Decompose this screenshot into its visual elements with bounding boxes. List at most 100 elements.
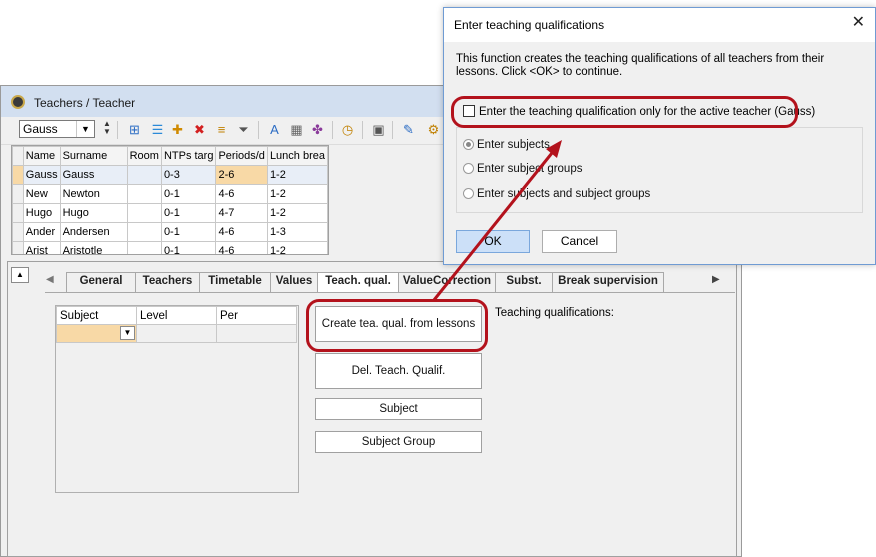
share-icon[interactable]: ✤ <box>309 121 326 138</box>
radio-enter-subjects-and-groups[interactable]: Enter subjects and subject groups <box>463 188 650 200</box>
row-header[interactable] <box>12 203 24 223</box>
delete-teaching-qualification-button[interactable]: Del. Teach. Qualif. <box>315 353 482 389</box>
table-cell[interactable]: 0-1 <box>160 203 217 223</box>
chevron-down-icon[interactable]: ▼ <box>76 121 94 137</box>
collapse-up-button[interactable]: ▲ <box>11 267 29 283</box>
column-header[interactable]: Level <box>136 306 217 325</box>
radio-button[interactable] <box>463 139 474 150</box>
column-header[interactable]: Room <box>126 146 162 166</box>
table-cell[interactable] <box>126 241 162 254</box>
column-header[interactable]: NTPs targ <box>160 146 217 166</box>
table-cell[interactable]: 4-7 <box>215 203 268 223</box>
column-header[interactable]: Lunch brea <box>266 146 328 166</box>
record-spinner[interactable]: ▲ ▼ <box>102 120 112 138</box>
table-row[interactable]: New Newton 0-1 4-6 1-2 <box>12 184 328 204</box>
create-teaching-qualification-button[interactable]: Create tea. qual. from lessons <box>315 306 482 342</box>
column-header[interactable]: Subject <box>56 306 137 325</box>
qual-edit-row: ▼ <box>56 324 297 343</box>
table-cell[interactable]: 1-3 <box>266 222 328 242</box>
table-cell[interactable]: 0-3 <box>160 165 217 185</box>
ok-button[interactable]: OK <box>456 230 530 253</box>
table-cell[interactable]: 4-6 <box>215 184 268 204</box>
table-cell[interactable] <box>126 184 162 204</box>
dialog-message: This function creates the teaching quali… <box>456 53 825 78</box>
table-cell[interactable]: Andersen <box>59 222 128 242</box>
radio-enter-subjects[interactable]: Enter subjects <box>463 139 550 151</box>
toolbar-separator <box>332 121 333 139</box>
per-cell[interactable] <box>216 324 297 343</box>
table-cell[interactable]: 2-6 <box>215 165 268 185</box>
table-cell[interactable]: Hugo <box>59 203 128 223</box>
table-cell[interactable]: Hugo <box>22 203 61 223</box>
table-cell[interactable]: 0-1 <box>160 184 217 204</box>
subject-button[interactable]: Subject <box>315 398 482 420</box>
tab-valuecorrection[interactable]: ValueCorrection <box>398 272 496 292</box>
row-header[interactable] <box>12 165 24 185</box>
table-cell[interactable]: 0-1 <box>160 222 217 242</box>
brush-icon[interactable]: ✎ <box>400 121 417 138</box>
row-header[interactable] <box>12 222 24 242</box>
table-row[interactable]: Gauss Gauss 0-3 2-6 1-2 <box>12 165 328 185</box>
row-header[interactable] <box>12 184 24 204</box>
grid-rows-icon[interactable]: ☰ <box>149 121 166 138</box>
row-header[interactable] <box>12 241 24 254</box>
settings-panel-icon[interactable]: ▣ <box>370 121 387 138</box>
table-row[interactable]: Hugo Hugo 0-1 4-7 1-2 <box>12 203 328 223</box>
subject-group-button[interactable]: Subject Group <box>315 431 482 453</box>
checkbox-box[interactable] <box>463 105 475 117</box>
filter-icon[interactable]: ⏷ <box>235 121 252 138</box>
table-row[interactable]: Arist Aristotle 0-1 4-6 1-2 <box>12 241 328 254</box>
table-cell[interactable]: Gauss <box>22 165 61 185</box>
table-cell[interactable]: Arist <box>22 241 61 254</box>
tab-teachers[interactable]: Teachers <box>135 272 200 292</box>
table-cell[interactable]: Newton <box>59 184 128 204</box>
table-cell[interactable]: 1-2 <box>266 184 328 204</box>
tab-subst[interactable]: Subst. <box>495 272 553 292</box>
active-teacher-only-checkbox[interactable]: Enter the teaching qualification only fo… <box>463 105 815 118</box>
tab-break-supervision[interactable]: Break supervision <box>552 272 664 292</box>
column-header[interactable]: Per <box>216 306 297 325</box>
table-cell[interactable]: 4-6 <box>215 222 268 242</box>
table-row[interactable]: Ander Andersen 0-1 4-6 1-3 <box>12 222 328 242</box>
cancel-button[interactable]: Cancel <box>542 230 617 253</box>
table-cell[interactable]: New <box>22 184 61 204</box>
close-icon[interactable]: ✕ <box>852 15 865 31</box>
table-cell[interactable]: 0-1 <box>160 241 217 254</box>
chevron-down-icon[interactable]: ▼ <box>120 326 135 340</box>
table-cell[interactable]: 4-6 <box>215 241 268 254</box>
tab-values[interactable]: Values <box>270 272 318 292</box>
table-cell[interactable]: 1-2 <box>266 203 328 223</box>
tab-teach-qual[interactable]: Teach. qual. <box>317 272 399 293</box>
sort-icon[interactable]: ≡ <box>213 121 230 138</box>
toolbar-separator <box>117 121 118 139</box>
clock-icon[interactable]: ◷ <box>339 121 356 138</box>
field-layout-icon[interactable]: ▦ <box>288 121 305 138</box>
tab-scroll-right-icon[interactable]: ▶ <box>712 274 720 285</box>
delete-icon[interactable]: ✖ <box>191 121 208 138</box>
radio-label: Enter subject groups <box>477 163 583 175</box>
tab-scroll-left-icon[interactable]: ◀ <box>46 274 54 285</box>
tab-timetable[interactable]: Timetable <box>199 272 271 292</box>
tab-general[interactable]: General <box>66 272 136 292</box>
table-cell[interactable] <box>126 165 162 185</box>
radio-button[interactable] <box>463 163 474 174</box>
table-cell[interactable] <box>126 222 162 242</box>
new-record-icon[interactable]: ✚ <box>169 121 186 138</box>
column-header[interactable]: Name <box>22 146 61 166</box>
table-cell[interactable]: Aristotle <box>59 241 128 254</box>
table-cell[interactable]: Ander <box>22 222 61 242</box>
table-cell[interactable]: 1-2 <box>266 241 328 254</box>
radio-button[interactable] <box>463 188 474 199</box>
spellcheck-icon[interactable]: A <box>266 121 283 138</box>
column-header[interactable]: Periods/d <box>215 146 268 166</box>
column-header[interactable]: Surname <box>59 146 128 166</box>
gear-icon[interactable]: ⚙ <box>425 121 442 138</box>
table-cell[interactable] <box>126 203 162 223</box>
radio-enter-subject-groups[interactable]: Enter subject groups <box>463 163 582 175</box>
table-cell[interactable]: Gauss <box>59 165 128 185</box>
subject-select-cell[interactable]: ▼ <box>56 324 137 343</box>
grid-list-icon[interactable]: ⊞ <box>126 121 143 138</box>
table-cell[interactable]: 1-2 <box>266 165 328 185</box>
teacher-select[interactable]: Gauss ▼ <box>19 120 95 138</box>
level-cell[interactable] <box>136 324 217 343</box>
